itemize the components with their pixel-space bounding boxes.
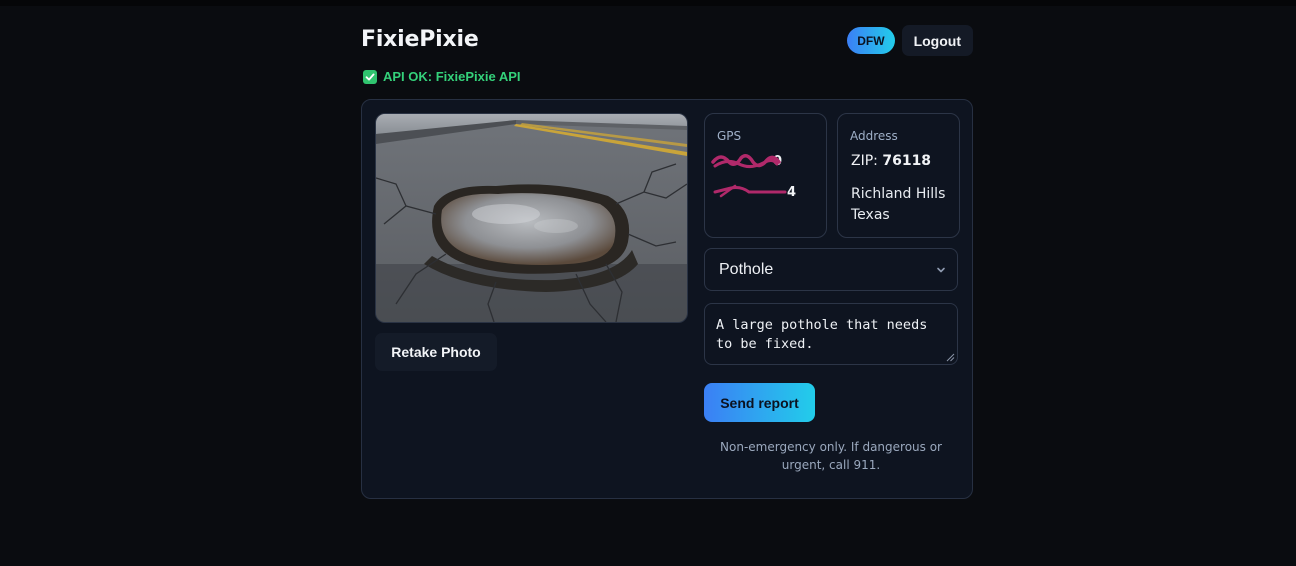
zip-line: ZIP: 76118: [851, 153, 931, 169]
region-badge[interactable]: DFW: [847, 27, 895, 54]
app-title: FixiePixie: [361, 27, 479, 52]
gps-panel: GPS 0 4: [704, 113, 827, 238]
check-icon: [363, 69, 377, 84]
category-select[interactable]: Pothole: [704, 248, 958, 291]
zip-prefix: ZIP:: [851, 153, 878, 169]
zip-code: 76118: [882, 153, 932, 169]
city: Richland Hills: [851, 186, 946, 202]
top-strip: [0, 0, 1296, 6]
address-label: Address: [850, 129, 898, 143]
disclaimer-text: Non-emergency only. If dangerous or urge…: [720, 440, 942, 472]
captured-photo: [375, 113, 688, 323]
logout-button[interactable]: Logout: [901, 25, 973, 56]
redaction-scribble: [713, 184, 787, 198]
state: Texas: [851, 207, 890, 223]
api-status-text: API OK: FixiePixie API: [383, 69, 521, 84]
api-status: API OK: FixiePixie API: [363, 69, 521, 84]
description-text: A large pothole that needs to be fixed.: [716, 317, 928, 352]
redaction-scribble: [711, 154, 781, 169]
description-textarea[interactable]: A large pothole that needs to be fixed.: [704, 303, 958, 365]
chevron-down-icon: [937, 267, 945, 273]
send-report-button[interactable]: Send report: [704, 383, 815, 422]
address-panel: Address ZIP: 76118 Richland Hills Texas: [837, 113, 960, 238]
category-selected-value: Pothole: [719, 260, 774, 278]
resize-grip-icon[interactable]: [946, 353, 955, 362]
gps-label: GPS: [717, 129, 742, 143]
city-state: Richland Hills Texas: [851, 184, 945, 226]
report-card: Retake Photo GPS 0 4 Address ZIP: 76118: [361, 99, 973, 499]
retake-photo-button[interactable]: Retake Photo: [375, 333, 497, 371]
header-actions: DFW Logout: [847, 25, 973, 56]
